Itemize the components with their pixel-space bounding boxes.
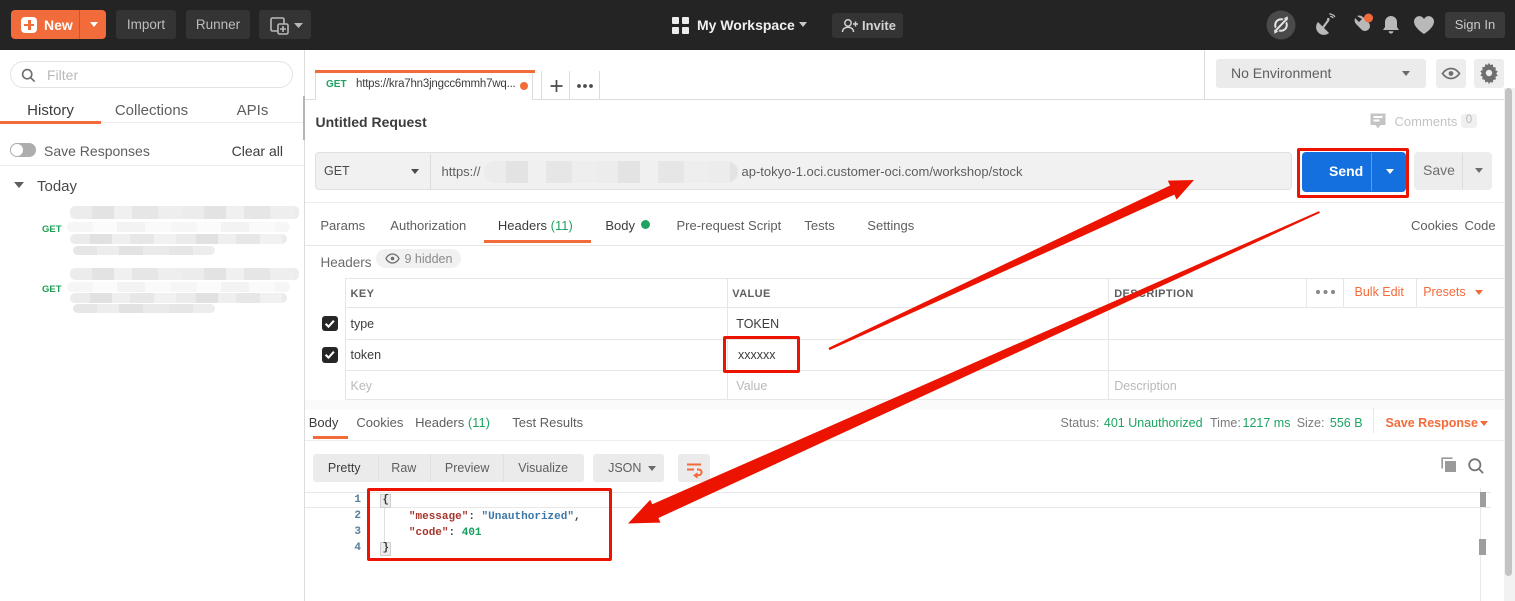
svg-text:Invite: Invite xyxy=(862,18,896,33)
